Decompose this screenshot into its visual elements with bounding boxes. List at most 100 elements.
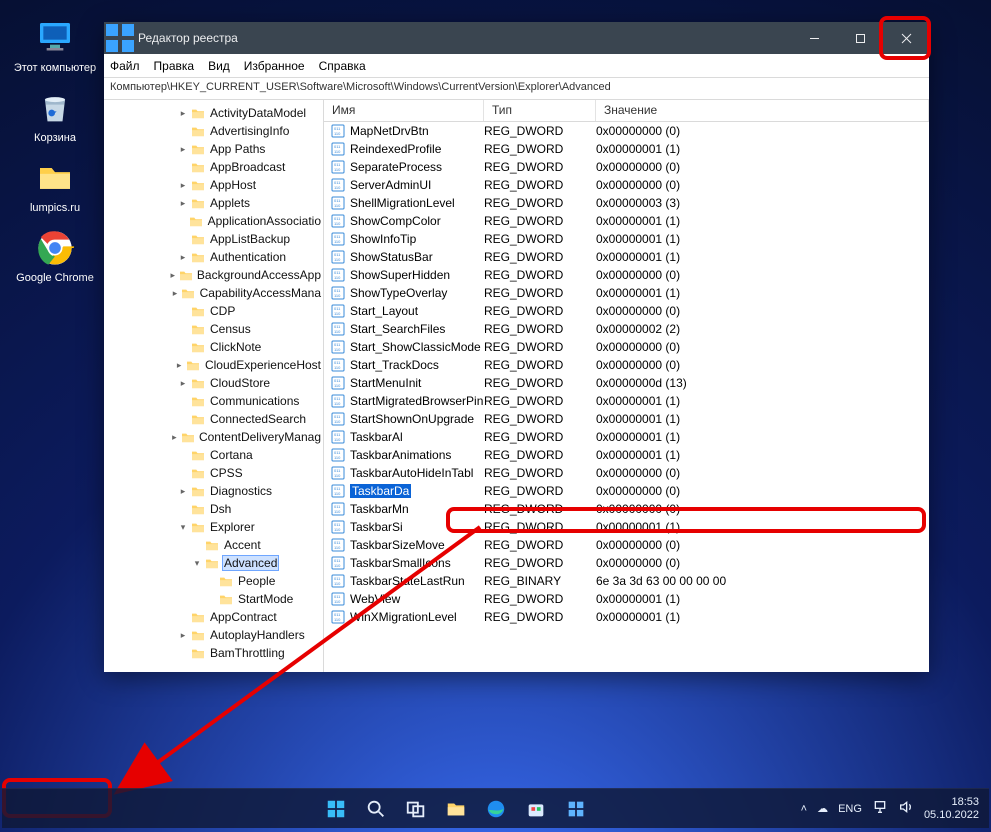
table-row[interactable]: 011110SeparateProcessREG_DWORD0x00000000… <box>324 158 929 176</box>
col-value[interactable]: Значение <box>596 100 929 121</box>
tree-node[interactable]: ConnectedSearch <box>104 410 323 428</box>
tree-node[interactable]: ▸Diagnostics <box>104 482 323 500</box>
table-row[interactable]: 011110StartMenuInitREG_DWORD0x0000000d (… <box>324 374 929 392</box>
table-row[interactable]: 011110StartMigratedBrowserPinREG_DWORD0x… <box>324 392 929 410</box>
chevron-up-icon[interactable]: ˄ <box>801 803 807 815</box>
table-row[interactable]: 011110TaskbarDaREG_DWORD0x00000000 (0) <box>324 482 929 500</box>
desktop-icon-pc[interactable]: Этот компьютер <box>10 18 100 74</box>
start-button[interactable] <box>320 793 352 825</box>
table-row[interactable]: 011110Start_LayoutREG_DWORD0x00000000 (0… <box>324 302 929 320</box>
col-type[interactable]: Тип <box>484 100 596 121</box>
address-bar[interactable]: Компьютер\HKEY_CURRENT_USER\Software\Mic… <box>104 78 929 100</box>
clock[interactable]: 18:53 05.10.2022 <box>924 796 979 822</box>
menu-правка[interactable]: Правка <box>154 59 195 73</box>
tree-node[interactable]: ▸CloudExperienceHost <box>104 356 323 374</box>
tree-node[interactable]: BamThrottling <box>104 644 323 662</box>
table-row[interactable]: 011110TaskbarStateLastRunREG_BINARY6e 3a… <box>324 572 929 590</box>
network-icon[interactable] <box>872 799 888 818</box>
tree-node[interactable]: ▸BackgroundAccessApp <box>104 266 323 284</box>
table-row[interactable]: 011110ShowCompColorREG_DWORD0x00000001 (… <box>324 212 929 230</box>
tree-twisty[interactable]: ▸ <box>172 360 185 371</box>
language-indicator[interactable]: ENG <box>838 803 862 815</box>
table-row[interactable]: 011110WinXMigrationLevelREG_DWORD0x00000… <box>324 608 929 626</box>
maximize-button[interactable] <box>837 22 883 54</box>
table-row[interactable]: 011110MapNetDrvBtnREG_DWORD0x00000000 (0… <box>324 122 929 140</box>
tree-node[interactable]: ▸App Paths <box>104 140 323 158</box>
tree-node[interactable]: AppBroadcast <box>104 158 323 176</box>
tree-node[interactable]: ▸CapabilityAccessMana <box>104 284 323 302</box>
tree-twisty[interactable]: ▾ <box>176 522 190 533</box>
explorer-icon[interactable] <box>440 793 472 825</box>
tree-node[interactable]: Cortana <box>104 446 323 464</box>
volume-icon[interactable] <box>898 799 914 818</box>
close-button[interactable] <box>883 22 929 54</box>
tree-twisty[interactable]: ▸ <box>176 378 190 389</box>
tree-node[interactable]: CDP <box>104 302 323 320</box>
table-row[interactable]: 011110TaskbarSmallIconsREG_DWORD0x000000… <box>324 554 929 572</box>
table-row[interactable]: 011110ServerAdminUIREG_DWORD0x00000000 (… <box>324 176 929 194</box>
tree-node[interactable]: Accent <box>104 536 323 554</box>
tree-twisty[interactable]: ▸ <box>176 180 190 191</box>
table-row[interactable]: 011110Start_SearchFilesREG_DWORD0x000000… <box>324 320 929 338</box>
tree-node[interactable]: ClickNote <box>104 338 323 356</box>
list-pane[interactable]: Имя Тип Значение 011110MapNetDrvBtnREG_D… <box>324 100 929 672</box>
table-row[interactable]: 011110ShowStatusBarREG_DWORD0x00000001 (… <box>324 248 929 266</box>
tree-twisty[interactable]: ▸ <box>176 630 190 641</box>
table-row[interactable]: 011110TaskbarSiREG_DWORD0x00000001 (1) <box>324 518 929 536</box>
table-row[interactable]: 011110Start_TrackDocsREG_DWORD0x00000000… <box>324 356 929 374</box>
cloud-icon[interactable]: ☁ <box>817 802 828 815</box>
tree-node[interactable]: People <box>104 572 323 590</box>
menu-избранное[interactable]: Избранное <box>244 59 305 73</box>
menu-файл[interactable]: Файл <box>110 59 140 73</box>
desktop-icon-folder[interactable]: lumpics.ru <box>10 158 100 214</box>
tree-twisty[interactable]: ▸ <box>176 144 190 155</box>
store-icon[interactable] <box>520 793 552 825</box>
titlebar[interactable]: Редактор реестра <box>104 22 929 54</box>
table-row[interactable]: 011110TaskbarAlREG_DWORD0x00000001 (1) <box>324 428 929 446</box>
table-row[interactable]: 011110Start_ShowClassicModeREG_DWORD0x00… <box>324 338 929 356</box>
minimize-button[interactable] <box>791 22 837 54</box>
tree-node[interactable]: AppListBackup <box>104 230 323 248</box>
table-row[interactable]: 011110StartShownOnUpgradeREG_DWORD0x0000… <box>324 410 929 428</box>
tree-twisty[interactable]: ▸ <box>176 486 190 497</box>
tree-twisty[interactable]: ▸ <box>168 432 180 443</box>
system-tray[interactable]: ˄ ☁ ENG 18:53 05.10.2022 <box>801 796 989 822</box>
tree-twisty[interactable]: ▾ <box>190 558 204 569</box>
menu-справка[interactable]: Справка <box>319 59 366 73</box>
tree-node[interactable]: ▸CloudStore <box>104 374 323 392</box>
desktop-icon-bin[interactable]: Корзина <box>10 88 100 144</box>
edge-icon[interactable] <box>480 793 512 825</box>
table-row[interactable]: 011110ShellMigrationLevelREG_DWORD0x0000… <box>324 194 929 212</box>
table-row[interactable]: 011110ReindexedProfileREG_DWORD0x0000000… <box>324 140 929 158</box>
menu-вид[interactable]: Вид <box>208 59 230 73</box>
tree-node[interactable]: ▸AutoplayHandlers <box>104 626 323 644</box>
tree-node[interactable]: ▸AppHost <box>104 176 323 194</box>
tree-node[interactable]: ▾Advanced <box>104 554 323 572</box>
tree-node[interactable]: ▾Explorer <box>104 518 323 536</box>
table-row[interactable]: 011110ShowSuperHiddenREG_DWORD0x00000000… <box>324 266 929 284</box>
tree-node[interactable]: Communications <box>104 392 323 410</box>
table-row[interactable]: 011110TaskbarSizeMoveREG_DWORD0x00000000… <box>324 536 929 554</box>
regedit-taskbar-icon[interactable] <box>560 793 592 825</box>
tree-node[interactable]: ▸Authentication <box>104 248 323 266</box>
tree-pane[interactable]: ▸ActivityDataModelAdvertisingInfo▸App Pa… <box>104 100 324 672</box>
tree-node[interactable]: ▸ActivityDataModel <box>104 104 323 122</box>
taskbar[interactable]: ˄ ☁ ENG 18:53 05.10.2022 <box>2 788 989 828</box>
tree-node[interactable]: AdvertisingInfo <box>104 122 323 140</box>
taskview-icon[interactable] <box>400 793 432 825</box>
desktop-icon-chrome[interactable]: Google Chrome <box>10 228 100 284</box>
tree-twisty[interactable]: ▸ <box>176 198 190 209</box>
table-row[interactable]: 011110TaskbarMnREG_DWORD0x00000000 (0) <box>324 500 929 518</box>
column-headers[interactable]: Имя Тип Значение <box>324 100 929 122</box>
tree-twisty[interactable]: ▸ <box>176 108 190 119</box>
tree-node[interactable]: ▸Applets <box>104 194 323 212</box>
tree-node[interactable]: CPSS <box>104 464 323 482</box>
tree-node[interactable]: Dsh <box>104 500 323 518</box>
search-icon[interactable] <box>360 793 392 825</box>
tree-node[interactable]: Census <box>104 320 323 338</box>
table-row[interactable]: 011110ShowTypeOverlayREG_DWORD0x00000001… <box>324 284 929 302</box>
tree-node[interactable]: ApplicationAssociatio <box>104 212 323 230</box>
tree-twisty[interactable]: ▸ <box>167 270 179 281</box>
tree-node[interactable]: ▸ContentDeliveryManag <box>104 428 323 446</box>
table-row[interactable]: 011110TaskbarAnimationsREG_DWORD0x000000… <box>324 446 929 464</box>
